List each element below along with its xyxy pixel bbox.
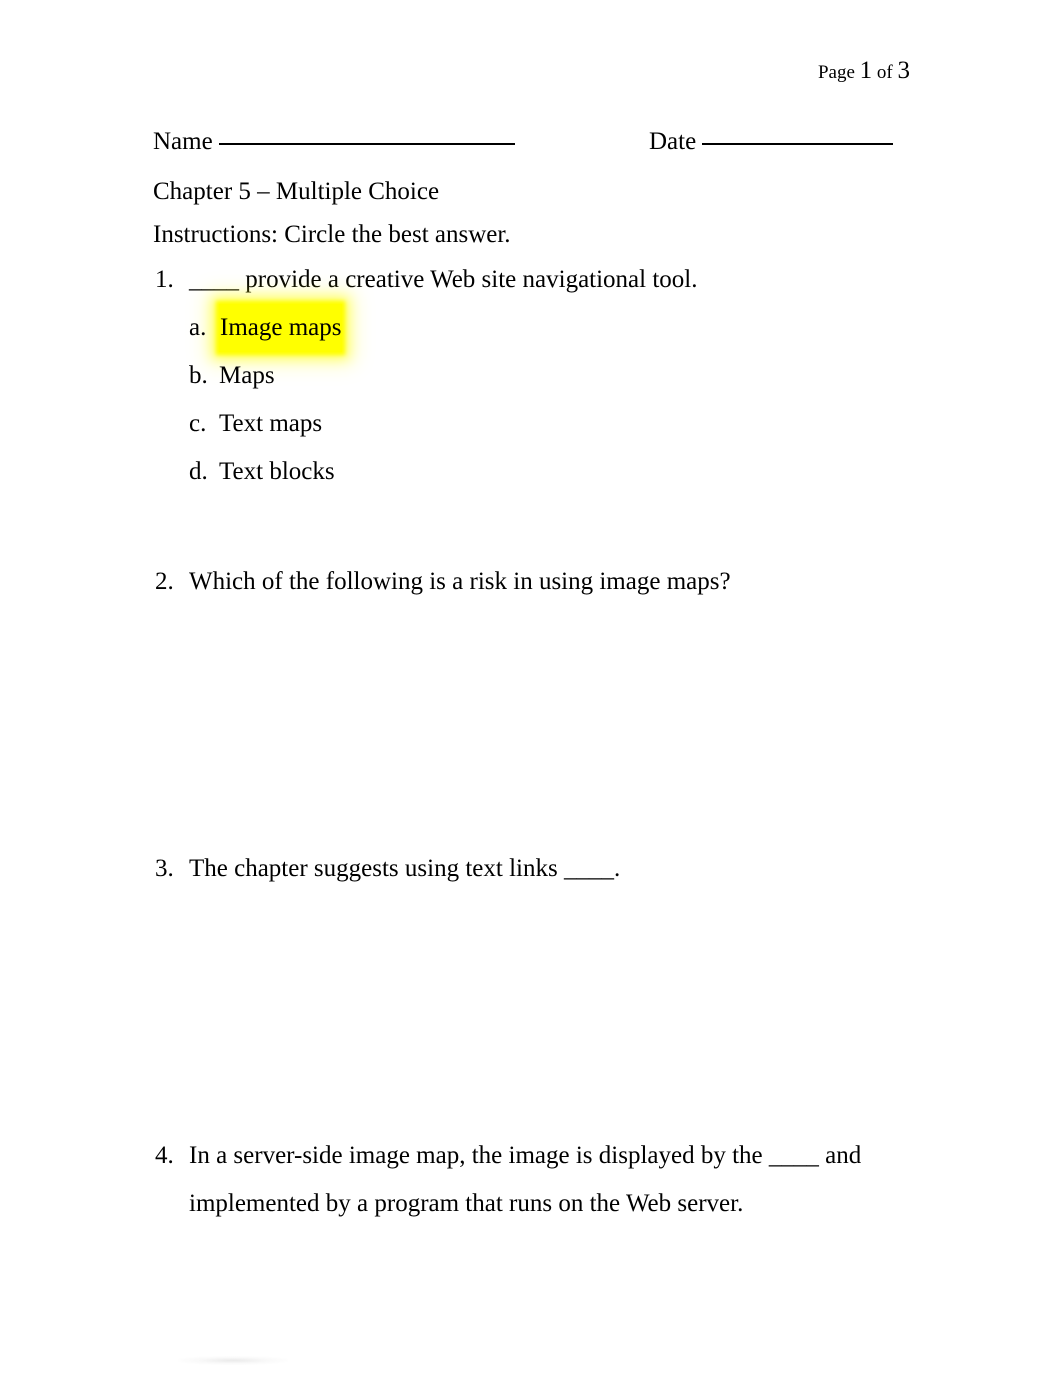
choice-text-highlighted: Image maps bbox=[219, 304, 343, 352]
page-header: Page 1 of 3 bbox=[818, 58, 910, 83]
question-text: In a server-side image map, the image is… bbox=[189, 1142, 862, 1217]
name-field-group: Name bbox=[153, 128, 515, 156]
instructions-text: Instructions: Circle the best answer. bbox=[153, 221, 511, 248]
name-date-line: Name Date bbox=[153, 128, 913, 166]
choice-list: a. Image maps b. Maps c. Text maps d. Te… bbox=[153, 304, 913, 496]
question-item: 4. In a server-side image map, the image… bbox=[153, 1132, 913, 1228]
question-number: 1. bbox=[155, 266, 174, 293]
name-label: Name bbox=[153, 128, 213, 155]
question-item: 1. ____ provide a creative Web site navi… bbox=[153, 256, 913, 304]
question-number: 2. bbox=[155, 568, 174, 595]
date-blank-rule[interactable] bbox=[702, 143, 894, 145]
scan-artifact bbox=[178, 1356, 288, 1365]
question-item: 2. Which of the following is a risk in u… bbox=[153, 558, 913, 606]
name-blank-rule[interactable] bbox=[218, 143, 515, 145]
choice-item[interactable]: a. Image maps bbox=[189, 304, 913, 352]
question-text: ____ provide a creative Web site navigat… bbox=[189, 266, 698, 293]
question-list: 1. ____ provide a creative Web site navi… bbox=[153, 256, 913, 1228]
answer-space bbox=[153, 496, 913, 558]
question-item: 3. The chapter suggests using text links… bbox=[153, 845, 913, 893]
page-label: Page bbox=[817, 62, 855, 83]
choice-letter: d. bbox=[189, 458, 208, 485]
question-number: 4. bbox=[155, 1142, 174, 1169]
choice-item[interactable]: d. Text blocks bbox=[189, 448, 913, 496]
page-connector: of bbox=[876, 62, 893, 83]
question-text: The chapter suggests using text links __… bbox=[189, 855, 621, 882]
page-number: 1 bbox=[859, 57, 873, 84]
question-text: Which of the following is a risk in usin… bbox=[189, 568, 731, 595]
page-total: 3 bbox=[897, 57, 911, 84]
date-label: Date bbox=[649, 128, 697, 155]
choice-text: Text blocks bbox=[219, 458, 335, 485]
choice-text: Text maps bbox=[219, 410, 323, 437]
choice-letter: b. bbox=[189, 362, 208, 389]
document-page: Page 1 of 3 Name Date Chapter 5 – Multip… bbox=[0, 0, 1062, 1377]
question-number: 3. bbox=[155, 855, 174, 882]
answer-space bbox=[153, 606, 913, 845]
answer-space bbox=[153, 893, 913, 1132]
choice-item[interactable]: c. Text maps bbox=[189, 400, 913, 448]
choice-item[interactable]: b. Maps bbox=[189, 352, 913, 400]
choice-text: Maps bbox=[219, 362, 275, 389]
choice-letter: c. bbox=[189, 410, 207, 437]
date-field-group: Date bbox=[649, 128, 894, 156]
document-body: Name Date Chapter 5 – Multiple Choice In… bbox=[153, 128, 913, 1228]
document-title: Chapter 5 – Multiple Choice bbox=[153, 178, 440, 205]
choice-letter: a. bbox=[189, 314, 207, 341]
